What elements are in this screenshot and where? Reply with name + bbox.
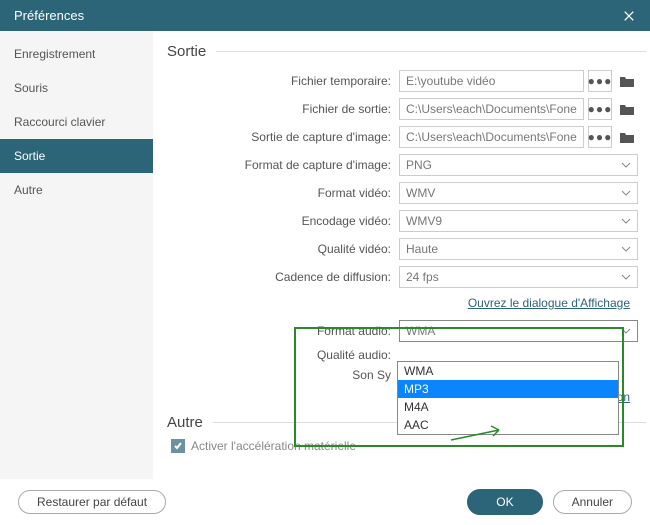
select-venc[interactable]: WMV9 bbox=[399, 210, 638, 232]
label-aq: Qualité audio: bbox=[167, 348, 399, 362]
label-accel: Activer l'accélération matérielle bbox=[191, 439, 356, 453]
sidebar-item-sortie[interactable]: Sortie bbox=[0, 139, 153, 173]
folder-icon[interactable] bbox=[616, 126, 638, 148]
input-out[interactable] bbox=[399, 98, 584, 120]
display-dialog-link[interactable]: Ouvrez le dialogue d'Affichage bbox=[468, 296, 630, 310]
chevron-down-icon bbox=[621, 274, 631, 280]
afmt-option-m4a[interactable]: M4A bbox=[398, 398, 618, 416]
select-capfmt[interactable]: PNG bbox=[399, 154, 638, 176]
chevron-down-icon bbox=[621, 162, 631, 168]
chevron-down-icon bbox=[621, 328, 631, 334]
afmt-option-wma[interactable]: WMA bbox=[398, 362, 618, 380]
afmt-option-aac[interactable]: AAC bbox=[398, 416, 618, 434]
input-capout[interactable] bbox=[399, 126, 584, 148]
window-title: Préférences bbox=[14, 8, 84, 23]
cancel-button[interactable]: Annuler bbox=[553, 490, 632, 514]
select-fps[interactable]: 24 fps bbox=[399, 266, 638, 288]
section-sortie: Sortie bbox=[167, 43, 646, 60]
select-afmt[interactable]: WMA bbox=[399, 320, 638, 342]
label-sonsys: Son Sy bbox=[167, 368, 399, 382]
sidebar-item-souris[interactable]: Souris bbox=[0, 71, 153, 105]
label-afmt: Format audio: bbox=[167, 324, 399, 338]
browse-capout-button[interactable]: ●●● bbox=[588, 126, 612, 148]
restore-defaults-button[interactable]: Restaurer par défaut bbox=[18, 490, 166, 514]
folder-icon[interactable] bbox=[616, 70, 638, 92]
label-vq: Qualité vidéo: bbox=[167, 242, 399, 256]
footer: Restaurer par défaut OK Annuler bbox=[0, 479, 650, 525]
sidebar: Enregistrement Souris Raccourci clavier … bbox=[0, 31, 153, 479]
label-temp: Fichier temporaire: bbox=[167, 74, 399, 88]
label-venc: Encodage vidéo: bbox=[167, 214, 399, 228]
browse-temp-button[interactable]: ●●● bbox=[588, 70, 612, 92]
chevron-down-icon bbox=[621, 218, 631, 224]
sidebar-item-enregistrement[interactable]: Enregistrement bbox=[0, 37, 153, 71]
checkbox-accel[interactable] bbox=[171, 439, 185, 453]
label-capfmt: Format de capture d'image: bbox=[167, 158, 399, 172]
sidebar-item-autre[interactable]: Autre bbox=[0, 173, 153, 207]
afmt-option-mp3[interactable]: MP3 bbox=[398, 380, 618, 398]
browse-out-button[interactable]: ●●● bbox=[588, 98, 612, 120]
titlebar: Préférences bbox=[0, 0, 650, 31]
label-capout: Sortie de capture d'image: bbox=[167, 130, 399, 144]
label-fps: Cadence de diffusion: bbox=[167, 270, 399, 284]
select-vq[interactable]: Haute bbox=[399, 238, 638, 260]
ok-button[interactable]: OK bbox=[467, 489, 542, 515]
label-out: Fichier de sortie: bbox=[167, 102, 399, 116]
chevron-down-icon bbox=[621, 246, 631, 252]
input-temp[interactable] bbox=[399, 70, 584, 92]
select-vfmt[interactable]: WMV bbox=[399, 182, 638, 204]
sidebar-item-raccourci[interactable]: Raccourci clavier bbox=[0, 105, 153, 139]
label-vfmt: Format vidéo: bbox=[167, 186, 399, 200]
main-panel: Sortie Fichier temporaire: ●●● Fichier d… bbox=[153, 31, 650, 479]
chevron-down-icon bbox=[621, 190, 631, 196]
folder-icon[interactable] bbox=[616, 98, 638, 120]
afmt-dropdown-list: WMA MP3 M4A AAC bbox=[397, 361, 619, 435]
close-icon[interactable] bbox=[622, 9, 636, 23]
